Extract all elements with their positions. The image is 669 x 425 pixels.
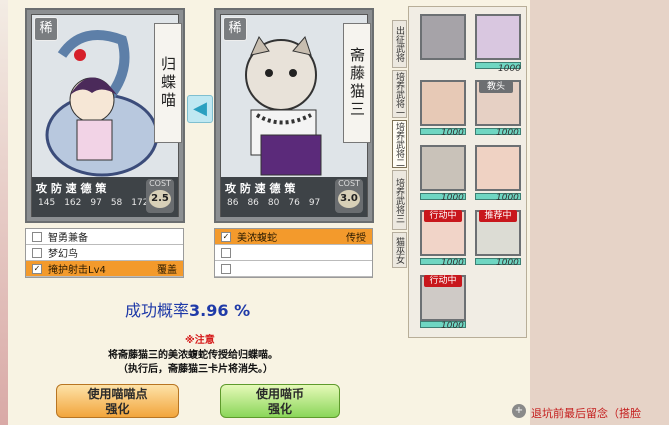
skill-row-selected[interactable]: ✓ 美浓蝮蛇 传授 bbox=[215, 229, 372, 245]
notice-line-2: （执行后，斋藤猫三卡片将消失。） bbox=[118, 364, 273, 375]
skill-checkbox-checked[interactable]: ✓ bbox=[221, 231, 231, 242]
roster-level: 1000 bbox=[441, 128, 464, 138]
skill-checkbox[interactable] bbox=[32, 231, 42, 242]
skill-checkbox[interactable] bbox=[221, 247, 231, 258]
transfer-arrow-icon: ◀ bbox=[187, 95, 213, 123]
roster-flag-recommended: 推荐中 bbox=[479, 210, 517, 222]
source-stats-bar: 攻 防 速 德 策 86 86 80 76 97 COST 3.0 bbox=[221, 177, 367, 217]
stat-labels: 攻 防 速 德 策 bbox=[225, 182, 296, 195]
cost-badge: COST 2.5 bbox=[146, 179, 174, 213]
stat-labels: 攻 防 速 德 策 bbox=[36, 182, 107, 195]
stat-atk: 145 bbox=[38, 198, 56, 208]
success-rate: 成功概率3.96 % bbox=[125, 297, 250, 321]
success-rate-label: 成功概率 bbox=[125, 301, 190, 320]
roster-flag-instructor: 教头 bbox=[479, 81, 513, 93]
enhance-with-points-button[interactable]: 使用喵喵点 强化 bbox=[56, 384, 179, 418]
rarity-badge: 稀 bbox=[223, 17, 247, 41]
target-stat-values: 145 162 97 58 172 bbox=[38, 198, 148, 208]
skill-row-selected[interactable]: ✓ 掩护射击Lv4 覆盖 bbox=[26, 261, 183, 277]
left-edge-strip bbox=[0, 0, 8, 425]
source-card-name: 斋藤猫三 bbox=[343, 23, 371, 143]
cost-label: COST bbox=[338, 179, 360, 188]
skill-label: 美浓蝮蛇 bbox=[237, 233, 277, 244]
roster-slot[interactable] bbox=[475, 14, 521, 60]
skill-checkbox[interactable] bbox=[221, 263, 231, 274]
roster-slot-empty[interactable] bbox=[420, 14, 466, 60]
roster-level: 1000 bbox=[496, 258, 519, 268]
skill-label: 掩护射击Lv4 bbox=[48, 265, 106, 276]
cost-value: 2.5 bbox=[149, 190, 171, 208]
roster-level: 1000 bbox=[496, 128, 519, 138]
skill-checkbox-checked[interactable]: ✓ bbox=[32, 263, 42, 274]
roster-slot[interactable] bbox=[420, 145, 466, 191]
roster-level: 1000 bbox=[441, 193, 464, 203]
rarity-badge: 稀 bbox=[34, 17, 58, 41]
stat-strategy: 97 bbox=[308, 198, 321, 208]
roster-slot[interactable] bbox=[475, 145, 521, 191]
skill-label: 智勇兼备 bbox=[48, 233, 88, 244]
cost-label: COST bbox=[149, 179, 171, 188]
skill-checkbox[interactable] bbox=[32, 247, 42, 258]
roster-slot[interactable] bbox=[420, 80, 466, 126]
enhance-with-coins-button[interactable]: 使用喵币 强化 bbox=[220, 384, 340, 418]
tab-deployed-generals[interactable]: 出征武将 bbox=[392, 20, 407, 68]
roster-level: 1000 bbox=[441, 258, 464, 268]
cost-badge: COST 3.0 bbox=[335, 179, 363, 213]
target-card-portrait: 稀 归蝶喵 攻 防 速 德 策 145 162 97 58 172 COST 2… bbox=[31, 14, 182, 217]
stat-spd: 80 bbox=[267, 198, 280, 208]
stat-virtue: 58 bbox=[110, 198, 123, 208]
skill-row[interactable]: 梦幻鸟 bbox=[26, 245, 183, 261]
roster-flag-in-action: 行动中 bbox=[424, 210, 462, 222]
tab-cat-priestess[interactable]: 猫巫女 bbox=[392, 232, 407, 268]
notice-title: ※注意 bbox=[185, 335, 215, 346]
tab-training-generals-3[interactable]: 培养武将三 bbox=[392, 170, 407, 230]
stat-spd: 97 bbox=[90, 198, 102, 208]
source-stat-values: 86 86 80 76 97 bbox=[227, 198, 320, 208]
skill-action-label: 覆盖 bbox=[157, 265, 177, 276]
roster-flag-in-action: 行动中 bbox=[424, 275, 462, 287]
skill-label: 梦幻鸟 bbox=[48, 249, 78, 260]
skill-row[interactable] bbox=[215, 261, 372, 277]
target-stats-bar: 攻 防 速 德 策 145 162 97 58 172 COST 2.5 bbox=[32, 177, 178, 217]
source-card[interactable]: 稀 斋藤猫三 攻 防 速 德 策 86 86 80 76 97 COST 3.0 bbox=[214, 8, 374, 223]
zoom-icon: + bbox=[512, 404, 526, 418]
stat-atk: 86 bbox=[227, 198, 239, 208]
source-skill-list: ✓ 美浓蝮蛇 传授 bbox=[214, 228, 373, 278]
footer-link[interactable]: 退坑前最后留念（搭脸 bbox=[531, 405, 641, 421]
cost-value: 3.0 bbox=[338, 190, 360, 208]
stat-def: 86 bbox=[247, 198, 259, 208]
skill-action-label: 传授 bbox=[346, 233, 366, 244]
success-rate-value: 3.96 % bbox=[189, 301, 251, 320]
target-card-name: 归蝶喵 bbox=[154, 23, 182, 143]
notice-line-1: 将斋藤猫三的美浓蝮蛇传授给归蝶喵。 bbox=[108, 350, 278, 361]
roster-level: 1000 bbox=[498, 64, 521, 74]
stat-virtue: 76 bbox=[288, 198, 300, 208]
target-skill-list: 智勇兼备 梦幻鸟 ✓ 掩护射击Lv4 覆盖 bbox=[25, 228, 184, 278]
target-card[interactable]: 稀 归蝶喵 攻 防 速 德 策 145 162 97 58 172 COST 2… bbox=[25, 8, 185, 223]
tab-training-generals-2[interactable]: 培养武将二 bbox=[392, 120, 407, 168]
roster-level: 1000 bbox=[441, 321, 464, 331]
tab-training-generals-1[interactable]: 培养武将一 bbox=[392, 70, 407, 118]
roster-level: 1000 bbox=[496, 193, 519, 203]
skill-row[interactable]: 智勇兼备 bbox=[26, 229, 183, 245]
stat-def: 162 bbox=[64, 198, 82, 208]
source-card-portrait: 稀 斋藤猫三 攻 防 速 德 策 86 86 80 76 97 COST 3.0 bbox=[220, 14, 371, 217]
skill-row[interactable] bbox=[215, 245, 372, 261]
